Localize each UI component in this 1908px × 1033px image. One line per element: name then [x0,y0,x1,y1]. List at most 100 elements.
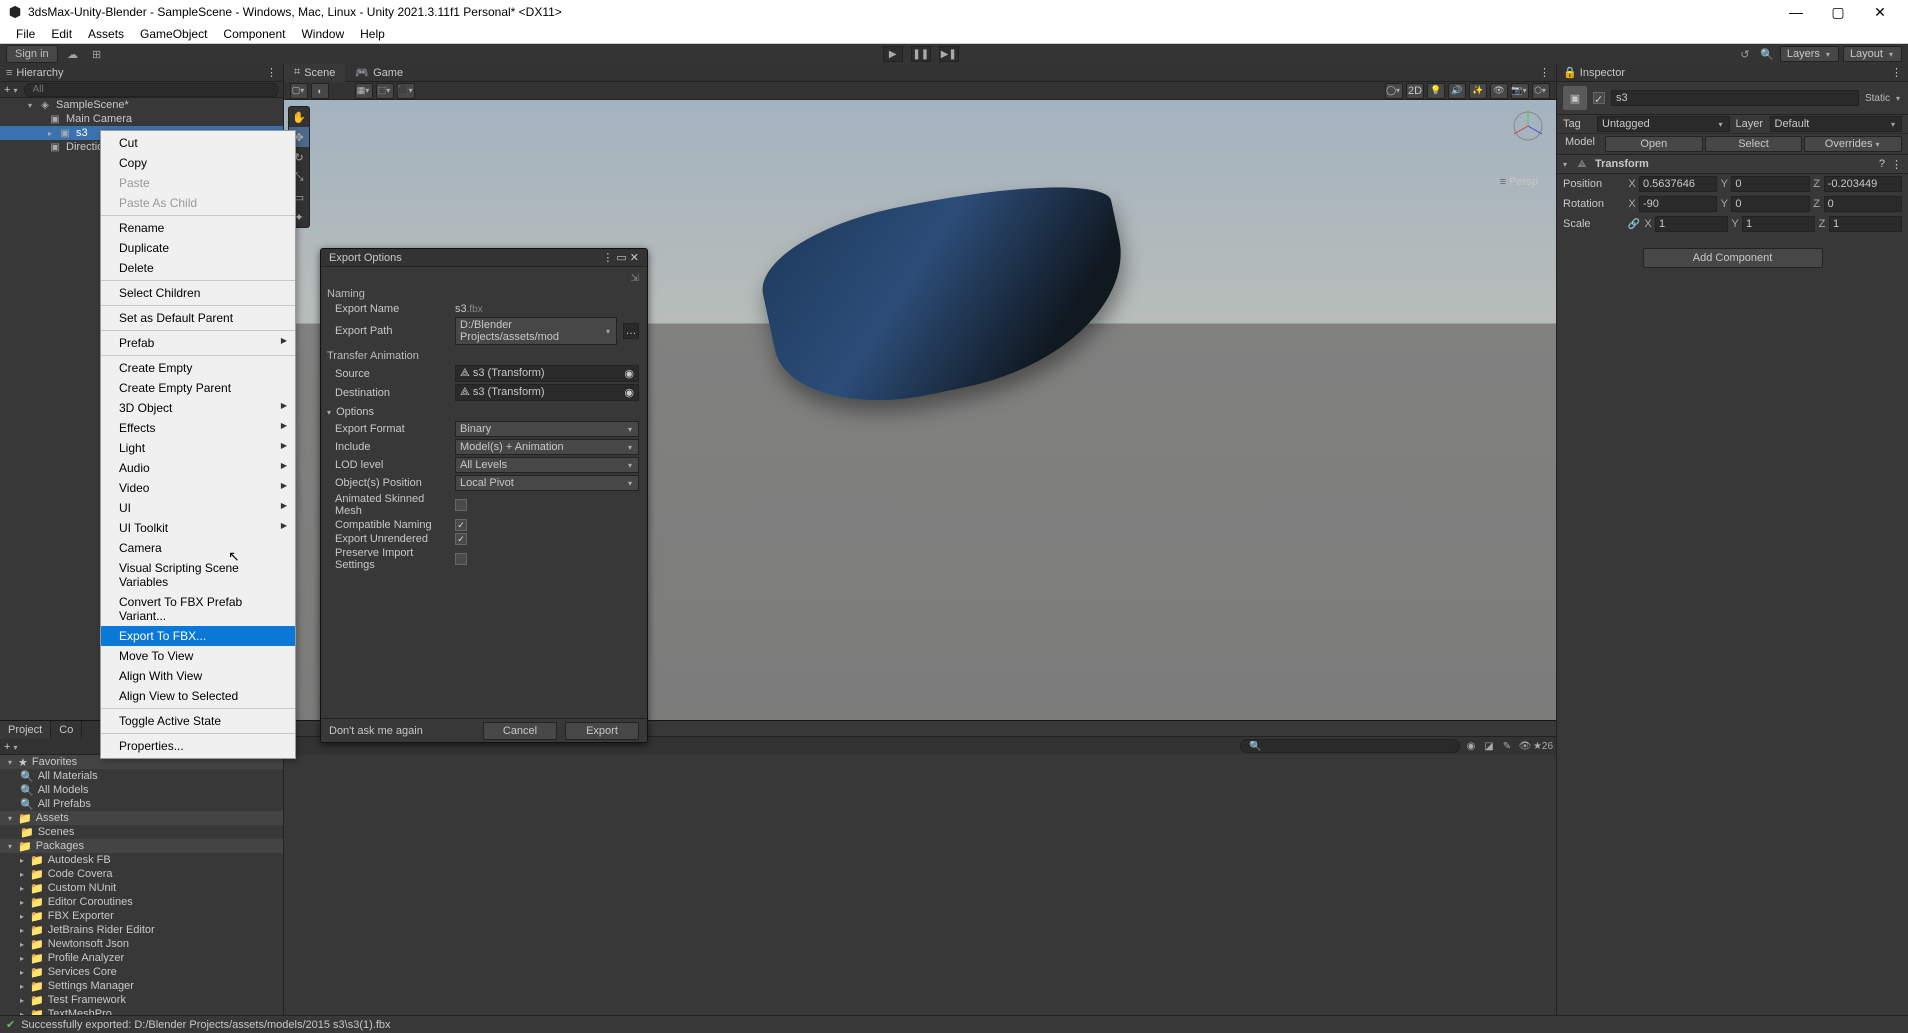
save-search-icon[interactable]: ★26 [1536,739,1550,753]
project-pkg-row[interactable]: ▸📁 TextMeshPro [0,1007,283,1015]
hierarchy-kebab-icon[interactable]: ⋮ [266,66,277,79]
layer-dropdown[interactable]: Default▾ [1770,116,1903,132]
rotation-z-input[interactable]: 0 [1824,196,1902,212]
scene-snap-button[interactable]: ⬚ ▾ [376,83,394,99]
scene-2d-button[interactable]: 2D [1406,83,1424,99]
context-menu-item[interactable]: Create Empty [101,358,295,378]
dialog-close-icon[interactable]: ✕ [630,251,639,264]
export-button[interactable]: Export [565,722,639,740]
scale-x-input[interactable]: 1 [1655,216,1728,232]
preserve-import-checkbox[interactable] [455,553,467,565]
context-menu-item[interactable]: UI Toolkit [101,518,295,538]
project-assets-header[interactable]: ▾ 📁 Assets [0,811,283,825]
scene-model-car[interactable] [752,164,1144,425]
transform-help-icon[interactable]: ? [1879,158,1885,170]
transform-kebab-icon[interactable]: ⋮ [1891,158,1902,171]
context-menu-item[interactable]: Camera [101,538,295,558]
context-menu-item[interactable]: Align With View [101,666,295,686]
context-menu-item[interactable]: 3D Object [101,398,295,418]
undo-history-icon[interactable]: ↺ [1736,45,1754,63]
hand-tool-button[interactable]: ✋ [289,107,309,127]
project-pkg-row[interactable]: ▸📁 Autodesk FB [0,853,283,867]
project-fav-all-models[interactable]: 🔍 All Models [0,783,283,797]
context-menu-item[interactable]: UI [101,498,295,518]
options-section[interactable]: ▾ Options [327,406,639,418]
context-menu-item[interactable]: Light [101,438,295,458]
scale-y-input[interactable]: 1 [1742,216,1815,232]
context-menu-item[interactable]: Duplicate [101,238,295,258]
close-button[interactable]: ✕ [1860,0,1900,24]
hierarchy-search-input[interactable] [24,83,280,97]
rotation-y-input[interactable]: 0 [1731,196,1809,212]
scene-tab[interactable]: ⌗ Scene [284,64,345,82]
step-button[interactable]: ▶❚ [939,46,959,62]
hierarchy-scene-row[interactable]: ▾◈SampleScene* [0,98,283,112]
search-icon[interactable]: 🔍 [1758,45,1776,63]
add-component-button[interactable]: Add Component [1643,248,1823,268]
target-picker-icon[interactable]: ◉ [624,367,634,380]
include-dropdown[interactable]: Model(s) + Animation▾ [455,439,639,455]
project-pkg-row[interactable]: ▸📁 Settings Manager [0,979,283,993]
project-pkg-row[interactable]: ▸📁 Editor Coroutines [0,895,283,909]
static-label[interactable]: Static [1865,93,1890,104]
maximize-button[interactable]: ▢ [1818,0,1858,24]
model-open-button[interactable]: Open [1605,136,1703,152]
scene-camera-button[interactable]: 📷▾ [1511,83,1529,99]
context-menu-item[interactable]: Copy [101,153,295,173]
context-menu-item[interactable]: Create Empty Parent [101,378,295,398]
menu-gameobject[interactable]: GameObject [132,27,215,41]
scene-hidden-button[interactable]: 👁 [1490,83,1508,99]
filter-label-icon[interactable]: ✎ [1500,739,1514,753]
menu-help[interactable]: Help [352,27,393,41]
hierarchy-foldout-icon[interactable]: ≡ [6,67,12,79]
export-path-browse-button[interactable]: … [623,323,639,339]
version-control-icon[interactable]: ⊞ [88,45,106,63]
filter-icon[interactable]: ◉ [1464,739,1478,753]
context-menu-item[interactable]: Prefab [101,333,295,353]
context-menu-item[interactable]: Move To View [101,646,295,666]
scale-lock-icon[interactable]: 🔗 [1627,217,1641,231]
signin-button[interactable]: Sign in [6,45,58,63]
context-menu-item[interactable]: Toggle Active State [101,711,295,731]
layout-dropdown[interactable]: Layout ▾ [1843,46,1902,62]
target-picker-icon[interactable]: ◉ [624,386,634,399]
menu-assets[interactable]: Assets [80,27,132,41]
scale-z-input[interactable]: 1 [1829,216,1902,232]
menu-file[interactable]: File [8,27,43,41]
cancel-button[interactable]: Cancel [483,722,557,740]
animated-skinned-checkbox[interactable] [455,499,467,511]
scene-kebab-icon[interactable]: ⋮ [1539,66,1556,79]
context-menu-item[interactable]: Properties... [101,736,295,756]
gameobject-active-checkbox[interactable]: ✓ [1593,92,1605,104]
compatible-naming-checkbox[interactable]: ✓ [455,519,467,531]
console-tab[interactable]: Co [51,721,82,739]
hidden-packages-icon[interactable]: 👁 [1518,739,1532,753]
context-menu-item[interactable]: Select Children [101,283,295,303]
scene-grid-button[interactable]: ▦ ▾ [355,83,373,99]
context-menu-item[interactable]: Align View to Selected [101,686,295,706]
scene-shading-button[interactable]: ◐ [311,83,329,99]
game-tab[interactable]: 🎮 Game [345,64,413,82]
menu-window[interactable]: Window [293,27,352,41]
scene-fx-button[interactable]: ✨ [1469,83,1487,99]
context-menu-item[interactable]: Video [101,478,295,498]
dialog-kebab-icon[interactable]: ⋮ [602,251,613,264]
project-pkg-row[interactable]: ▸📁 Code Covera [0,867,283,881]
play-button[interactable]: ▶ [883,46,903,62]
scene-gizmo-sphere-button[interactable]: ◯▾ [1385,83,1403,99]
gameobject-name-input[interactable]: s3 [1611,90,1859,106]
context-menu-item[interactable]: Visual Scripting Scene Variables [101,558,295,592]
project-assets-scenes[interactable]: 📁 Scenes [0,825,283,839]
rotation-x-input[interactable]: -90 [1639,196,1717,212]
model-select-button[interactable]: Select [1705,136,1803,152]
export-path-dropdown[interactable]: D:/Blender Projects/assets/mod▾ [455,317,617,345]
project-pkg-row[interactable]: ▸📁 Newtonsoft Json [0,937,283,951]
context-menu-item[interactable]: Cut [101,133,295,153]
scene-increment-button[interactable]: ⬛ ▾ [397,83,415,99]
project-add-icon[interactable]: + ▾ [4,741,20,753]
model-overrides-dropdown[interactable]: Overrides ▾ [1804,136,1902,152]
layers-dropdown[interactable]: Layers ▾ [1780,46,1839,62]
cloud-icon[interactable]: ☁ [64,45,82,63]
transform-foldout-icon[interactable]: ▾ [1563,160,1567,169]
project-search-input[interactable] [1240,739,1460,753]
